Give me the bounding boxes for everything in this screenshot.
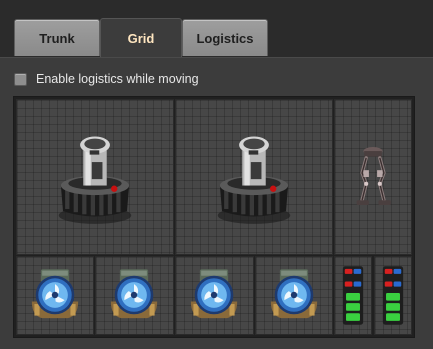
fusion-reactor-icon [110, 269, 158, 319]
fusion-reactor-icon [270, 269, 318, 319]
personal-roboport-icon [58, 136, 132, 224]
tab-bar: Trunk Grid Logistics [0, 0, 433, 57]
grid-slot-roboport-1[interactable] [16, 99, 174, 255]
grid-slot-roboport-2[interactable] [175, 99, 333, 255]
grid-slot-fusion-2[interactable] [95, 256, 174, 335]
tab-trunk[interactable]: Trunk [14, 19, 100, 56]
equipment-grid [14, 97, 414, 337]
personal-roboport-icon [217, 136, 291, 224]
grid-slot-battery-2[interactable] [374, 256, 412, 335]
enable-logistics-label: Enable logistics while moving [36, 72, 199, 86]
enable-logistics-option[interactable]: Enable logistics while moving [14, 71, 199, 87]
grid-panel: Enable logistics while moving [0, 57, 433, 349]
tab-logistics[interactable]: Logistics [182, 19, 268, 56]
grid-slot-fusion-1[interactable] [16, 256, 94, 335]
battery-mk2-icon [342, 266, 364, 325]
grid-slot-fusion-4[interactable] [255, 256, 333, 335]
grid-slot-battery-1[interactable] [334, 256, 372, 335]
fusion-reactor-icon [31, 269, 79, 319]
exoskeleton-icon [335, 100, 411, 254]
enable-logistics-checkbox[interactable] [14, 72, 27, 86]
tab-grid[interactable]: Grid [100, 18, 182, 57]
fusion-reactor-icon [190, 269, 238, 319]
battery-mk2-icon [382, 266, 404, 325]
grid-slot-fusion-3[interactable] [175, 256, 254, 335]
grid-slot-exoskeleton[interactable] [334, 99, 412, 255]
